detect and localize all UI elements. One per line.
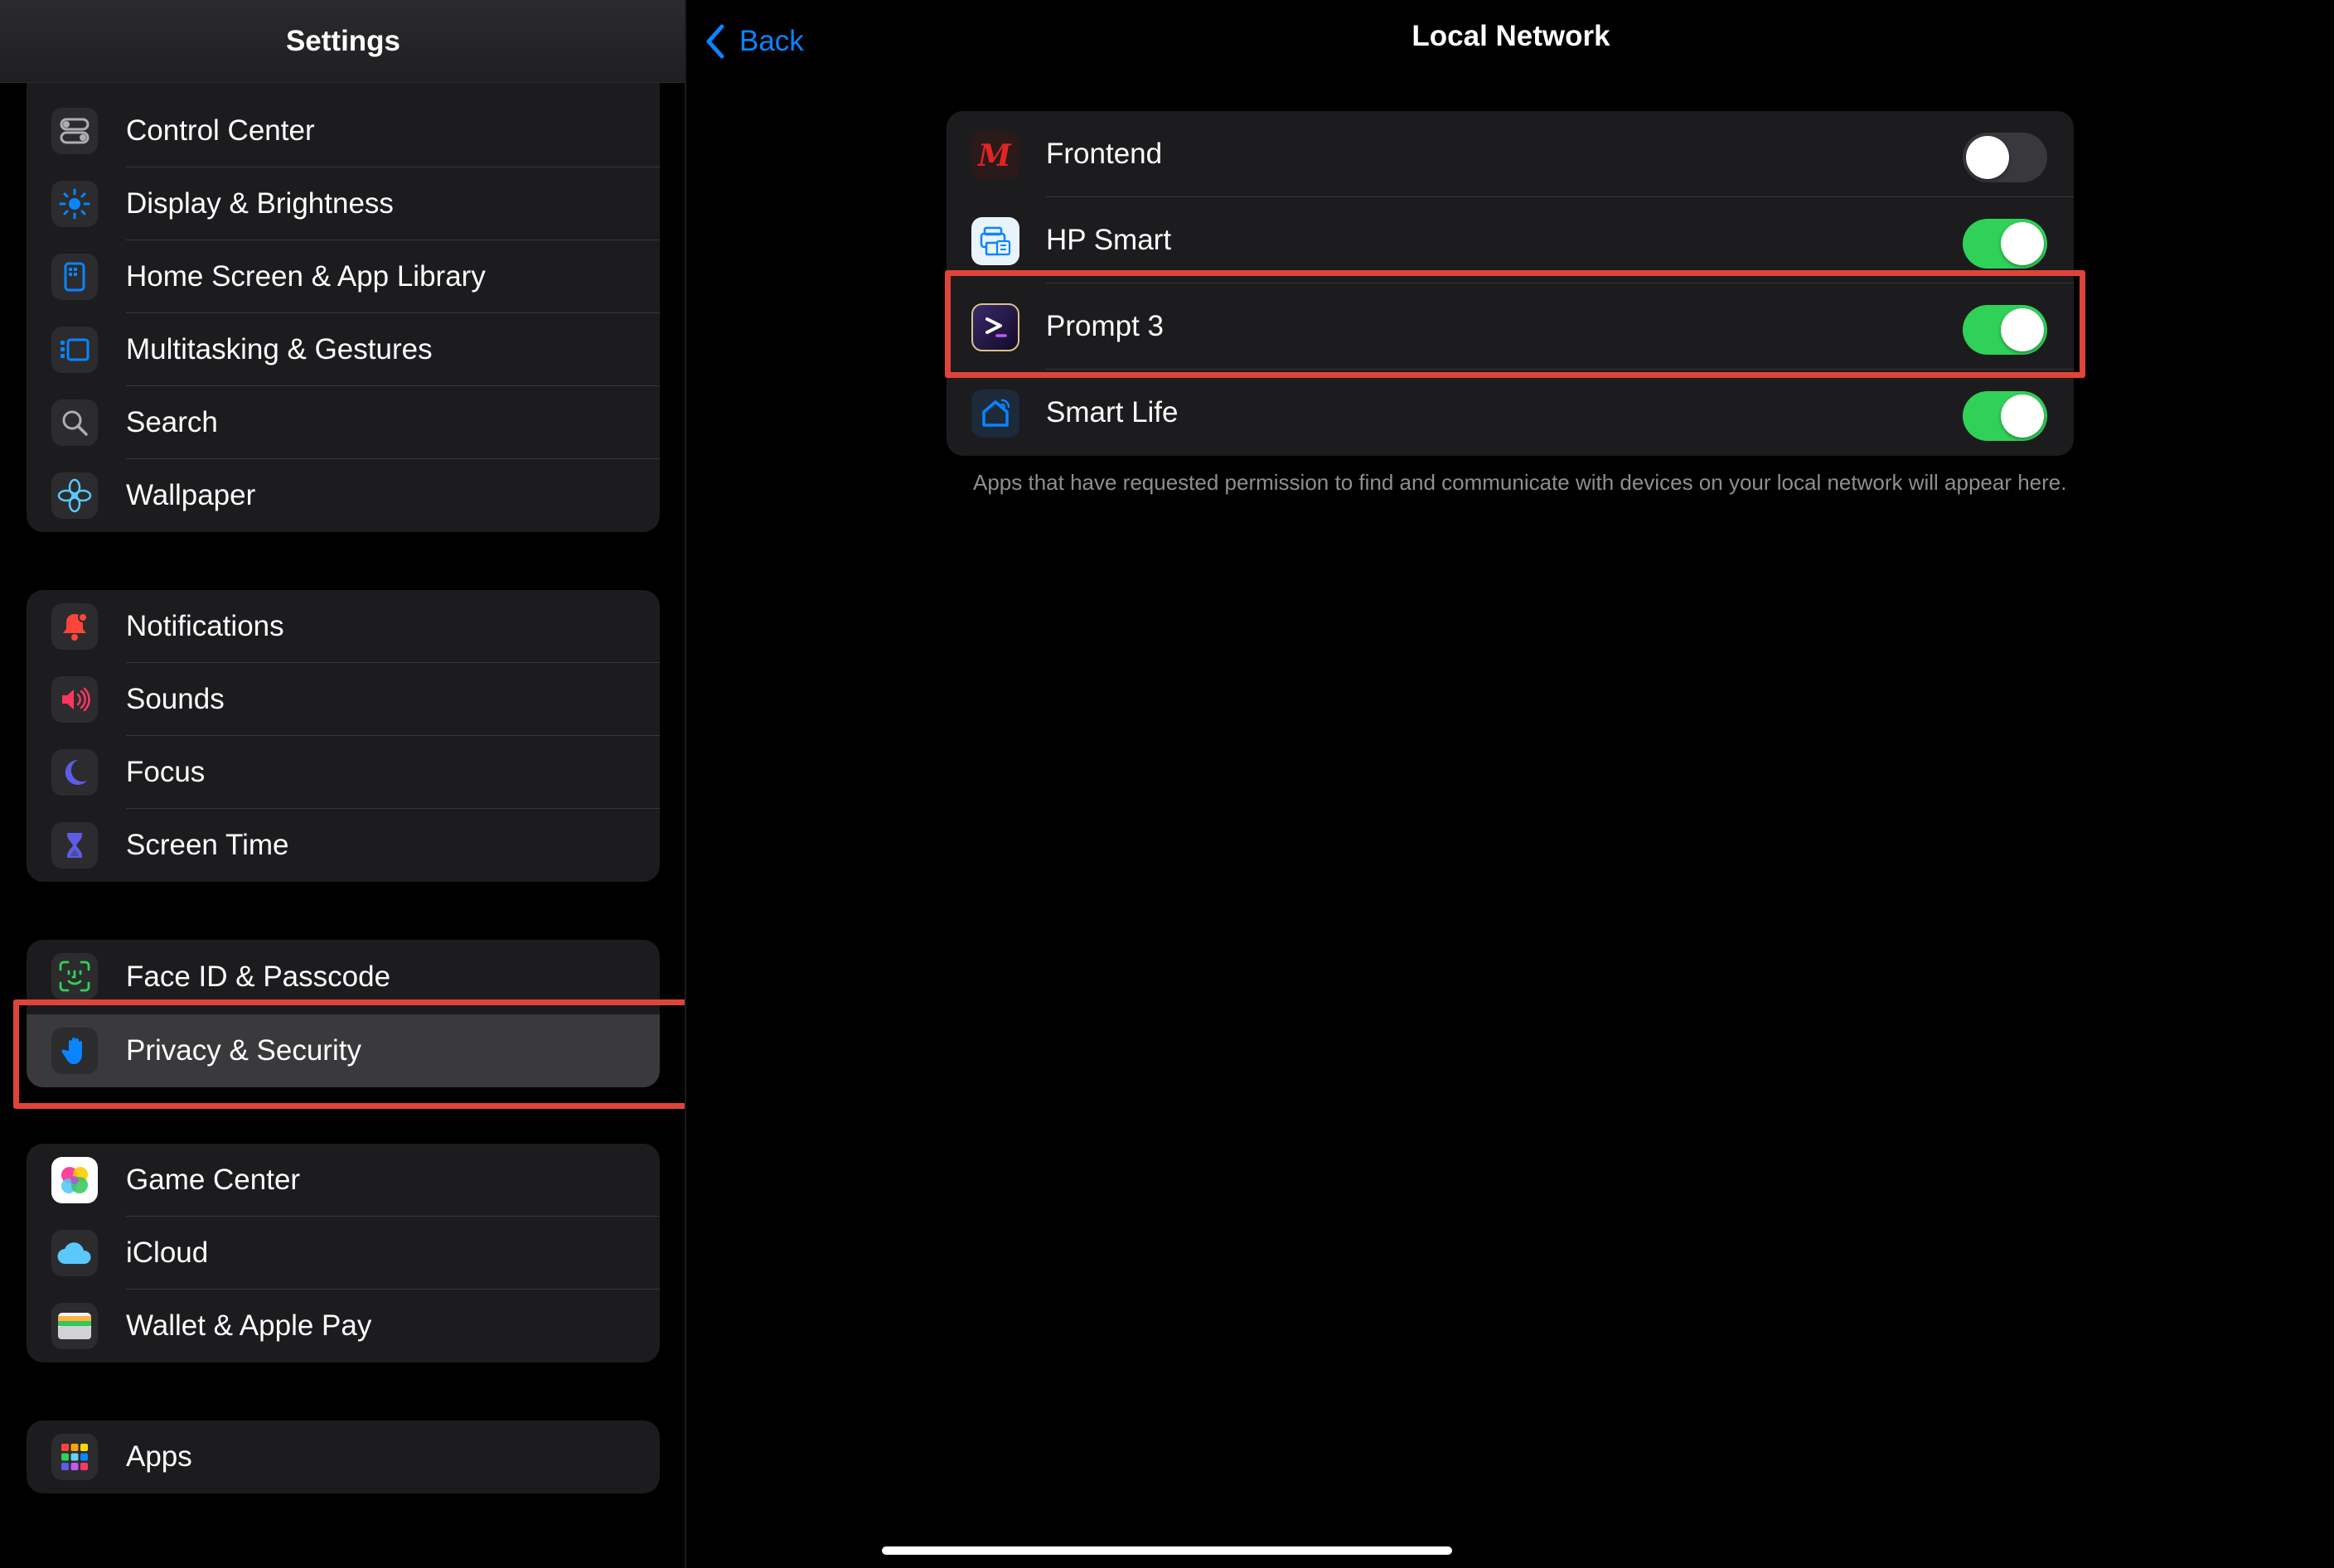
sidebar-item-face-id[interactable]: Face ID & Passcode — [27, 940, 660, 1014]
app-name: HP Smart — [1046, 224, 1172, 256]
control-center-icon — [51, 108, 98, 154]
ipad-settings-screen: Settings Control Center Display & Bright… — [0, 0, 2334, 1568]
page-title: Local Network — [1412, 20, 1610, 52]
sidebar-item-label: Search — [126, 406, 218, 438]
settings-group-apps: Apps — [27, 1420, 660, 1493]
game-center-icon — [51, 1157, 98, 1203]
sidebar-item-wallpaper[interactable]: Wallpaper — [27, 459, 660, 532]
hand-icon — [51, 1028, 98, 1074]
settings-group-services: Game Center iCloud Wallet & Apple Pay — [27, 1144, 660, 1362]
sidebar-item-label: Apps — [126, 1440, 192, 1473]
sidebar-item-label: Privacy & Security — [126, 1034, 361, 1067]
sidebar-item-label: Display & Brightness — [126, 187, 394, 220]
toggle-frontend[interactable] — [1963, 133, 2047, 182]
sidebar-item-icloud[interactable]: iCloud — [27, 1217, 660, 1290]
search-icon — [51, 399, 98, 446]
sidebar-item-control-center[interactable]: Control Center — [27, 94, 660, 167]
sidebar-item-label: Game Center — [126, 1164, 301, 1196]
toggle-knob — [2001, 394, 2044, 438]
sidebar-item-label: Focus — [126, 756, 206, 788]
hourglass-icon — [51, 822, 98, 869]
settings-group-display: Control Center Display & Brightness Home… — [27, 58, 660, 532]
sidebar-item-label: iCloud — [126, 1236, 209, 1269]
svg-text:M: M — [976, 138, 1012, 173]
toggle-hp-smart[interactable] — [1963, 219, 2047, 269]
sidebar-item-display-brightness[interactable]: Display & Brightness — [27, 167, 660, 240]
app-row-smart-life: Smart Life — [947, 370, 2074, 456]
moon-icon — [51, 749, 98, 796]
multitasking-icon — [51, 327, 98, 373]
sidebar-item-sounds[interactable]: Sounds — [27, 663, 660, 736]
sidebar-item-label: Notifications — [126, 610, 284, 642]
settings-group-security: Face ID & Passcode Privacy & Security — [27, 940, 660, 1087]
speaker-icon — [51, 676, 98, 723]
sidebar-item-label: Sounds — [126, 683, 225, 715]
sun-icon — [51, 181, 98, 227]
local-network-pane: Back Local Network M Frontend HP Smart P… — [688, 0, 2334, 1568]
local-network-app-list: M Frontend HP Smart Prompt 3 Smart Life — [947, 111, 2074, 456]
sidebar-item-label: Screen Time — [126, 829, 289, 861]
toggle-knob — [2001, 308, 2044, 351]
toggle-knob — [2001, 222, 2044, 265]
sidebar-item-screen-time[interactable]: Screen Time — [27, 809, 660, 882]
sidebar-item-notifications[interactable]: Notifications — [27, 590, 660, 663]
toggle-knob — [1966, 136, 2009, 179]
sidebar-item-privacy-security[interactable]: Privacy & Security — [27, 1014, 660, 1087]
sidebar-item-wallet[interactable]: Wallet & Apple Pay — [27, 1290, 660, 1362]
local-network-footnote: Apps that have requested permission to f… — [973, 470, 2067, 495]
sidebar-item-game-center[interactable]: Game Center — [27, 1144, 660, 1217]
sidebar-title: Settings — [285, 24, 401, 57]
smart-life-icon — [971, 390, 1019, 438]
apps-grid-icon — [51, 1434, 98, 1480]
sidebar-item-label: Face ID & Passcode — [126, 961, 391, 993]
sidebar-item-home-screen[interactable]: Home Screen & App Library — [27, 240, 660, 313]
sidebar-item-label: Control Center — [126, 114, 315, 147]
sidebar-item-label: Wallpaper — [126, 479, 256, 511]
wallpaper-flower-icon — [51, 472, 98, 519]
app-row-hp-smart: HP Smart — [947, 197, 2074, 283]
hp-smart-icon — [971, 217, 1019, 265]
home-screen-icon — [51, 254, 98, 300]
sidebar-item-label: Home Screen & App Library — [126, 260, 486, 293]
toggle-smart-life[interactable] — [1963, 391, 2047, 441]
sidebar-item-search[interactable]: Search — [27, 386, 660, 459]
settings-group-notifications: Notifications Sounds Focus Screen Time — [27, 590, 660, 882]
sidebar-item-label: Wallet & Apple Pay — [126, 1309, 372, 1342]
cloud-icon — [51, 1230, 98, 1276]
app-name: Prompt 3 — [1046, 310, 1164, 342]
sidebar-item-focus[interactable]: Focus — [27, 736, 660, 809]
app-name: Frontend — [1046, 138, 1163, 170]
app-name: Smart Life — [1046, 396, 1179, 428]
prompt-3-icon — [971, 303, 1019, 351]
sidebar-item-label: Multitasking & Gestures — [126, 333, 433, 365]
app-row-frontend: M Frontend — [947, 111, 2074, 197]
home-indicator[interactable] — [882, 1546, 1452, 1555]
sidebar-item-apps[interactable]: Apps — [27, 1420, 660, 1493]
toggle-prompt-3[interactable] — [1963, 305, 2047, 355]
sidebar-item-multitasking[interactable]: Multitasking & Gestures — [27, 313, 660, 386]
face-id-icon — [51, 953, 98, 999]
sidebar-header: Settings — [0, 0, 685, 83]
wallet-icon — [51, 1303, 98, 1349]
bell-icon — [51, 603, 98, 650]
frontend-app-icon: M — [971, 131, 1019, 179]
app-row-prompt-3: Prompt 3 — [947, 283, 2074, 370]
settings-sidebar: Settings Control Center Display & Bright… — [0, 0, 686, 1568]
